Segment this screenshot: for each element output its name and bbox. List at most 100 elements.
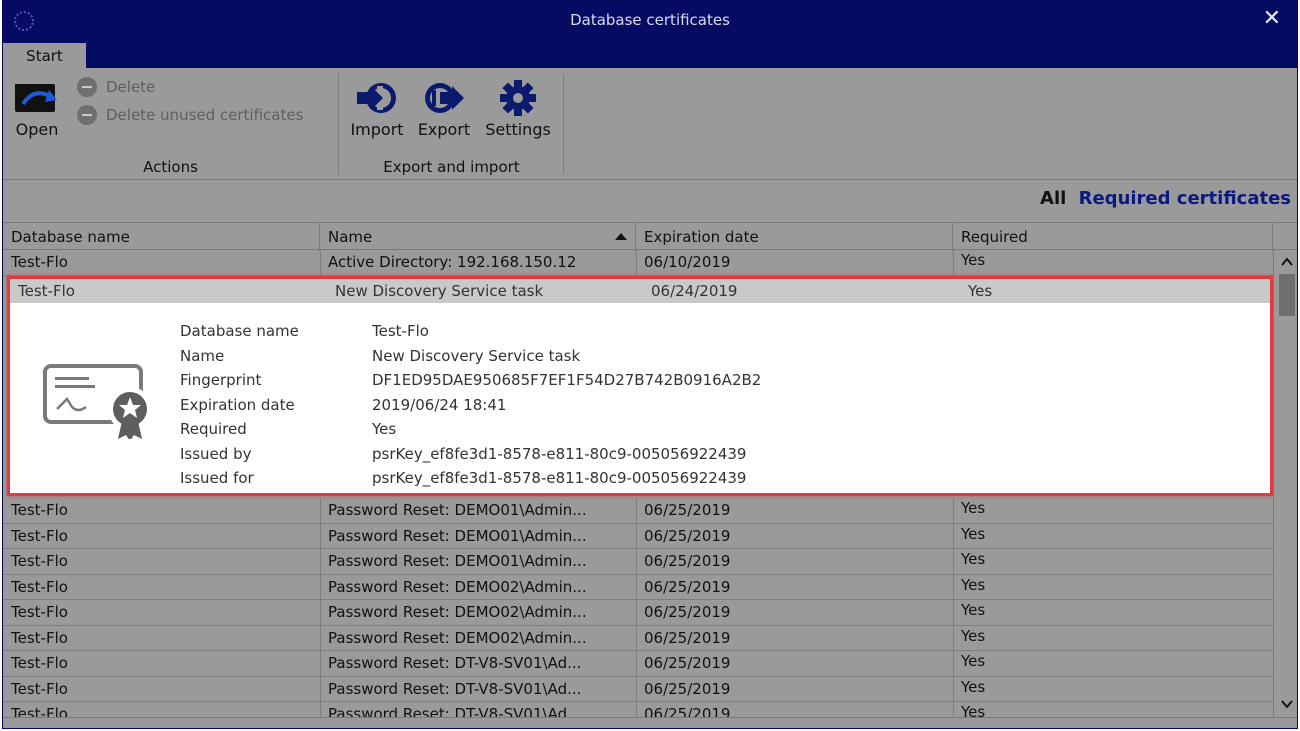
column-header-required[interactable]: Required <box>953 223 1273 251</box>
cell-name: Password Reset: DEMO02\Admin... <box>328 603 587 621</box>
cell-name: Active Directory: 192.168.150.12 <box>328 253 577 271</box>
cell-required: Yes <box>961 677 986 696</box>
vertical-scrollbar[interactable] <box>1273 250 1297 718</box>
window-title: Database certificates <box>570 11 730 29</box>
settings-button[interactable]: Settings <box>481 78 555 139</box>
table-row[interactable]: Test-Flo Password Reset: DEMO02\Admin... 0… <box>3 625 1273 651</box>
column-divider <box>320 651 321 676</box>
ribbon-separator <box>563 74 564 174</box>
prop-value: New Discovery Service task <box>372 346 581 365</box>
column-divider <box>636 250 637 275</box>
table-row[interactable]: Test-Flo Active Directory: 192.168.150.12… <box>3 250 1273 276</box>
column-divider <box>953 498 954 523</box>
grid-header: Database name Name Expiration date Requi… <box>3 222 1297 251</box>
cell-expiration-date: 06/25/2019 <box>644 603 731 621</box>
cell-expiration-date: 06/10/2019 <box>644 253 731 271</box>
column-header-expiration-date[interactable]: Expiration date <box>636 223 953 251</box>
filter-required-link[interactable]: Required certificates <box>1079 188 1291 209</box>
settings-label: Settings <box>485 120 551 139</box>
column-divider <box>953 625 954 651</box>
cell-required: Yes <box>961 601 986 619</box>
cell-name: Password Reset: DEMO01\Admin... <box>328 501 587 519</box>
gear-icon <box>500 80 536 116</box>
column-divider <box>320 250 321 275</box>
column-divider <box>636 625 637 651</box>
column-divider <box>636 574 637 600</box>
column-divider <box>953 523 954 549</box>
prop-label: Expiration date <box>180 395 295 414</box>
filter-all-link[interactable]: All <box>1040 188 1066 209</box>
close-icon[interactable]: ✕ <box>1263 5 1281 33</box>
delete-label: Delete <box>106 78 156 96</box>
cell-database-name: Test-Flo <box>11 552 68 570</box>
table-row[interactable]: Test-Flo Password Reset: DEMO01\Admin... 0… <box>3 498 1273 524</box>
cell-expiration-date: 06/25/2019 <box>644 552 731 570</box>
cell-database-name: Test-Flo <box>11 603 68 621</box>
prop-value: Test-Flo <box>372 322 429 340</box>
cell-required: Yes <box>968 282 993 300</box>
table-row[interactable]: Test-Flo Password Reset: DT-V8-SV01\Ad...… <box>3 651 1273 677</box>
cell-expiration-date: 06/25/2019 <box>644 679 731 698</box>
column-divider <box>320 498 321 523</box>
prop-label: Fingerprint <box>180 371 262 389</box>
certificates-window: Database certificates ✕ Start Open Delet… <box>2 0 1298 729</box>
prop-label: Issued for <box>180 469 254 487</box>
column-header-database-name[interactable]: Database name <box>3 223 320 251</box>
cell-name: Password Reset: DT-V8-SV01\Ad... <box>328 654 582 672</box>
cell-name: Password Reset: DEMO02\Admin... <box>328 577 587 596</box>
prop-expiration-date: Expiration date 2019/06/24 18:41 <box>180 393 761 418</box>
prop-fingerprint: Fingerprint DF1ED95DAE950685F7EF1F54D27B… <box>180 368 761 393</box>
scroll-up-icon[interactable] <box>1281 256 1293 268</box>
cell-expiration-date: 06/25/2019 <box>644 501 731 519</box>
column-divider <box>636 600 637 625</box>
certificate-properties: Database name Test-Flo Name New Discover… <box>180 319 761 491</box>
open-button[interactable]: Open <box>11 78 63 139</box>
minus-circle-icon <box>77 77 97 97</box>
column-divider <box>636 523 637 549</box>
cell-required: Yes <box>961 499 986 517</box>
cell-required: Yes <box>961 626 986 645</box>
column-divider <box>636 651 637 676</box>
sort-ascending-icon <box>615 233 627 240</box>
cell-required: Yes <box>961 575 986 594</box>
prop-issued-for: Issued for psrKey_ef8fe3d1-8578-e811-80c… <box>180 466 761 491</box>
grid-footer-edge <box>3 717 1297 728</box>
export-label: Export <box>417 120 471 139</box>
prop-label: Database name <box>180 322 299 340</box>
cell-required: Yes <box>961 550 986 568</box>
delete-unused-button[interactable]: Delete unused certificates <box>77 105 303 125</box>
minus-circle-icon <box>77 105 97 125</box>
column-divider <box>636 549 637 574</box>
title-bar: Database certificates ✕ <box>3 1 1297 41</box>
column-divider <box>320 549 321 574</box>
table-row[interactable]: Test-Flo Password Reset: DEMO02\Admin... 0… <box>3 574 1273 600</box>
column-header-name[interactable]: Name <box>320 223 636 251</box>
cell-name: Password Reset: DEMO01\Admin... <box>328 552 587 570</box>
cell-required: Yes <box>961 652 986 670</box>
tab-start[interactable]: Start <box>3 43 86 69</box>
column-divider <box>320 625 321 651</box>
table-row[interactable]: Test-Flo Password Reset: DEMO01\Admin... 0… <box>3 523 1273 549</box>
column-divider <box>636 676 637 702</box>
scroll-thumb[interactable] <box>1279 274 1295 316</box>
scroll-down-icon[interactable] <box>1281 698 1293 710</box>
table-row[interactable]: Test-Flo Password Reset: DEMO02\Admin... 0… <box>3 600 1273 626</box>
delete-button[interactable]: Delete <box>77 77 155 97</box>
export-button[interactable]: Export <box>415 78 473 139</box>
open-label: Open <box>15 120 59 139</box>
table-row[interactable]: Test-Flo Password Reset: DEMO01\Admin... 0… <box>3 549 1273 575</box>
column-divider <box>953 250 954 275</box>
prop-value: 2019/06/24 18:41 <box>372 395 507 414</box>
column-divider <box>953 651 954 676</box>
column-divider <box>320 676 321 702</box>
column-divider <box>953 574 954 600</box>
table-row[interactable]: Test-Flo Password Reset: DT-V8-SV01\Ad...… <box>3 676 1273 702</box>
import-button[interactable]: Import <box>346 78 408 139</box>
cell-database-name: Test-Flo <box>11 654 68 672</box>
ribbon: Open Delete Delete unused certificates A… <box>3 68 1297 180</box>
prop-label: Name <box>180 346 225 365</box>
column-header-name-label: Name <box>328 228 373 246</box>
cell-database-name: Test-Flo <box>11 253 68 271</box>
cell-expiration-date: 06/25/2019 <box>644 654 731 672</box>
selected-row[interactable]: Test-Flo New Discovery Service task 06/2… <box>10 279 1270 303</box>
